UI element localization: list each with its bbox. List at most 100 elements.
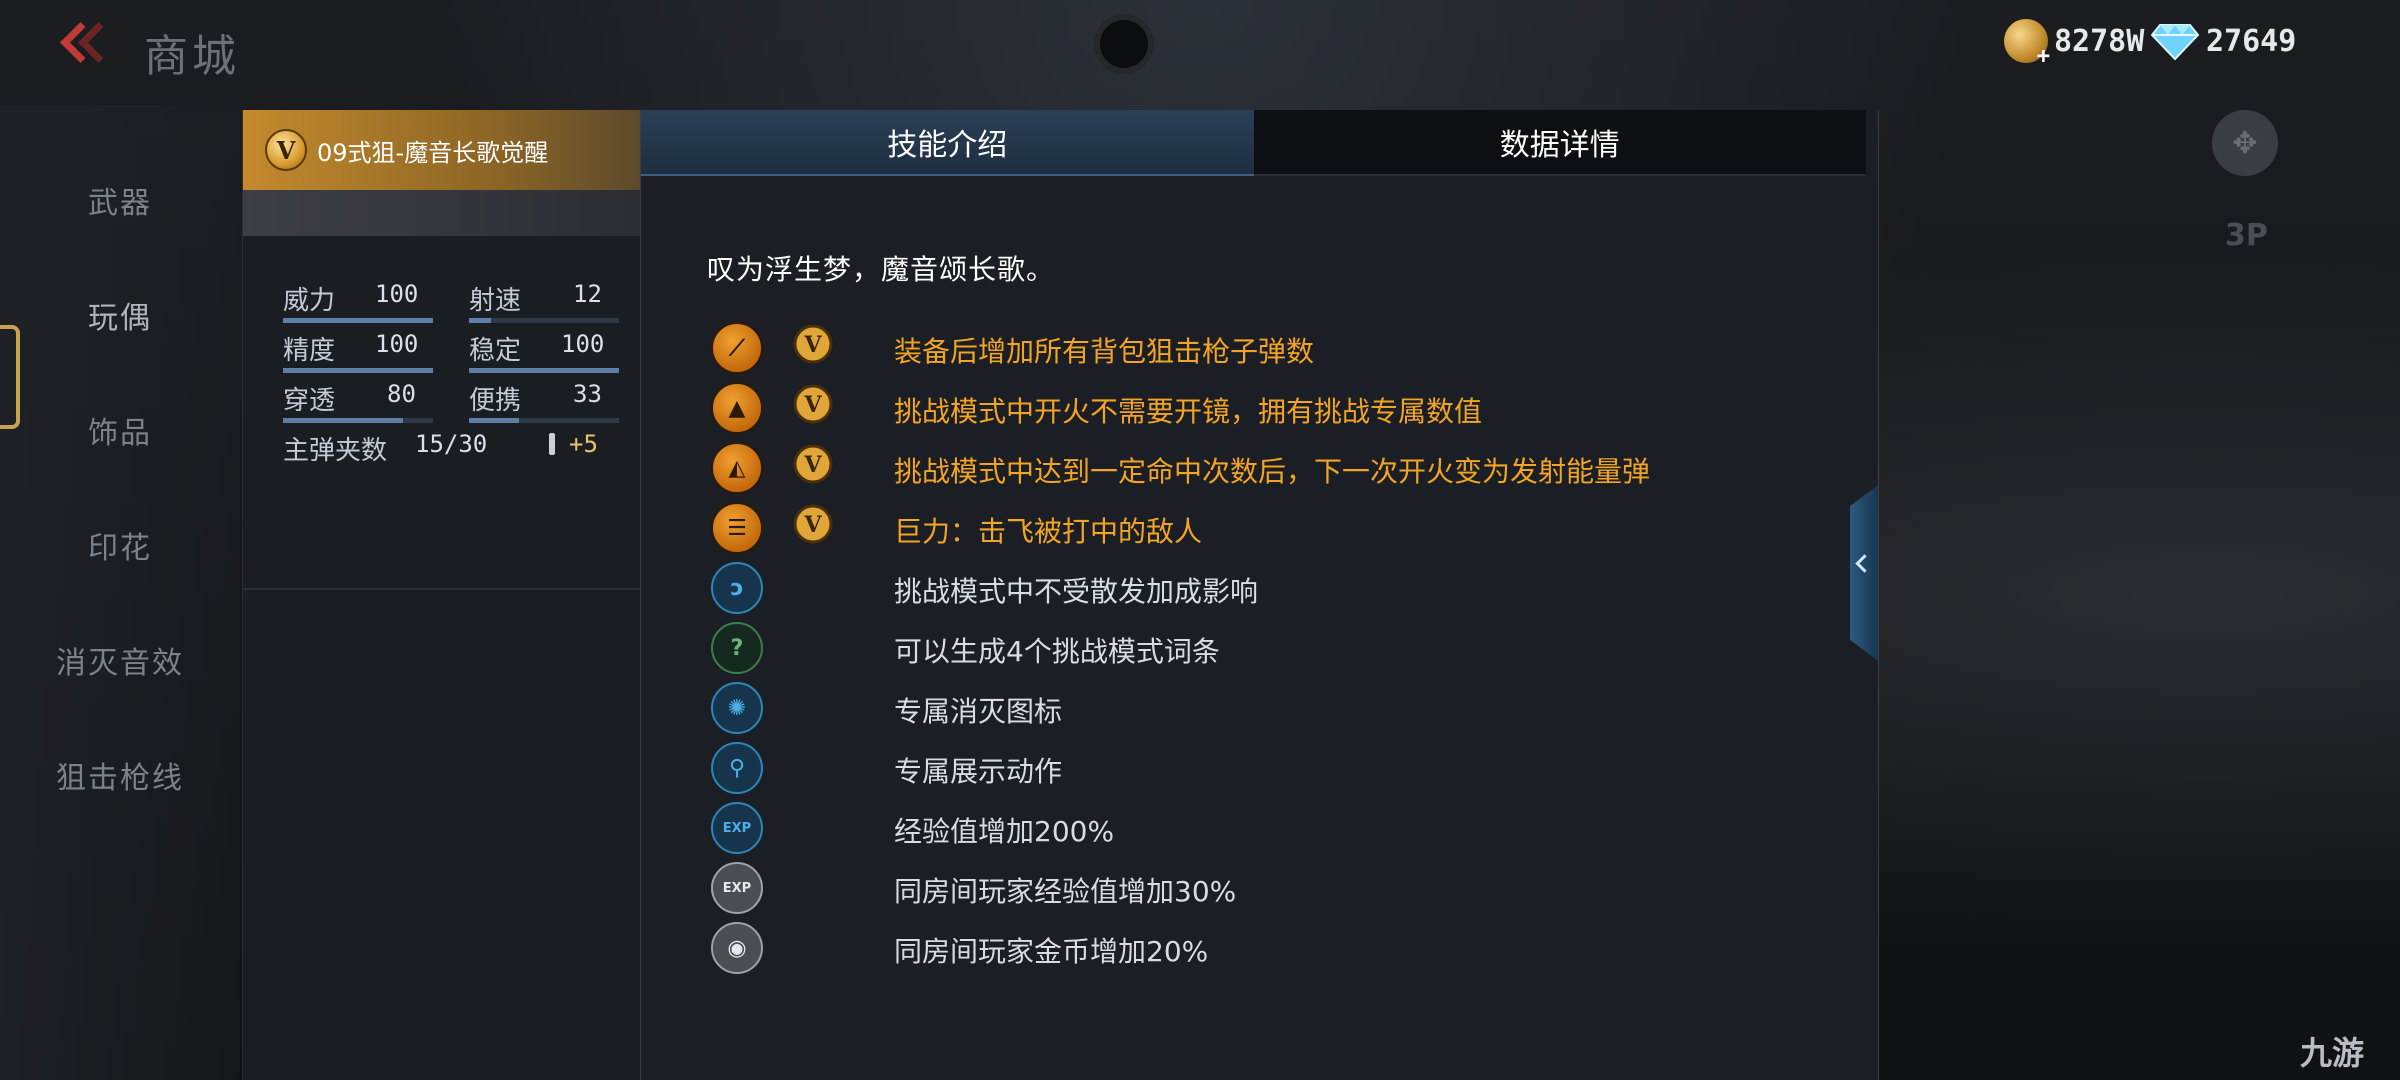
nav-item-dolls[interactable]: 玩偶 xyxy=(0,260,240,370)
stat-value: 12 xyxy=(573,280,602,308)
weapon-header: V 09式狙-魔音长歌觉醒 xyxy=(243,110,640,190)
weapon-info-panel: V 09式狙-魔音长歌觉醒 威力 100 射速 12 精度 100 稳定 100… xyxy=(242,110,640,1080)
gem-currency[interactable]: 27649 xyxy=(2150,16,2296,66)
stat-value: 15/30 xyxy=(415,430,488,458)
back-button[interactable] xyxy=(56,21,120,72)
skill-text: 专属消灭图标 xyxy=(894,695,1063,728)
camera-view-button[interactable]: ✥ xyxy=(2212,110,2278,176)
stat-value: 100 xyxy=(375,330,419,358)
stat-portability-bar xyxy=(469,418,519,423)
nav-item-sniper-line[interactable]: 狙击枪线 xyxy=(0,720,240,830)
nav-item-label: 印花 xyxy=(88,531,152,566)
skill-text: 同房间玩家经验值增加30% xyxy=(894,875,1237,908)
stat-label: 穿透 xyxy=(283,386,336,416)
stat-label: 射速 xyxy=(469,286,522,316)
skill-row: EXP 经验值增加200% xyxy=(711,802,1811,858)
category-sidebar: 武器 玩偶 饰品 印花 消灭音效 狙击枪线 xyxy=(0,105,240,1080)
gold-currency[interactable]: 8278W xyxy=(2004,16,2145,69)
spread-icon: ↄ xyxy=(711,562,763,614)
stat-penetration-bar xyxy=(283,418,403,423)
nav-item-label: 玩偶 xyxy=(88,301,152,336)
stat-power: 威力 100 xyxy=(283,280,418,317)
skill-intro-text: 叹为浮生梦，魔音颂长歌。 xyxy=(707,253,1056,286)
diamond-icon xyxy=(2150,24,2200,61)
stat-label: 威力 xyxy=(283,286,336,316)
skill-text: 同房间玩家金币增加20% xyxy=(894,935,1209,968)
tab-data-details[interactable]: 数据详情 xyxy=(1253,110,1866,176)
stat-rate-bar xyxy=(469,318,491,323)
stat-label: 便携 xyxy=(469,386,522,416)
stat-portability: 便携 33 xyxy=(469,380,602,417)
skill-row: ☰ V 巨力：击飞被打中的敌人 xyxy=(711,502,1811,558)
stat-label: 主弹夹数 xyxy=(283,436,388,466)
pose-icon: ⚲ xyxy=(711,742,763,794)
skill-text: 专属展示动作 xyxy=(894,755,1063,788)
page-title: 商城 xyxy=(144,31,240,82)
stat-accuracy: 精度 100 xyxy=(283,330,418,367)
nav-item-kill-sound[interactable]: 消灭音效 xyxy=(0,605,240,715)
v-rank-badge-icon: V xyxy=(793,504,833,544)
nav-item-label: 消灭音效 xyxy=(56,646,184,681)
energy-shot-icon: ◭ xyxy=(711,442,763,494)
camera-cutout xyxy=(1100,20,1148,68)
nav-item-accessories[interactable]: 饰品 xyxy=(0,375,240,485)
skill-text: 巨力：击飞被打中的敌人 xyxy=(894,515,1203,548)
skill-text: 挑战模式中不受散发加成影响 xyxy=(894,575,1259,608)
stat-stability-bar xyxy=(469,368,619,373)
skill-row: ◉ 同房间玩家金币增加20% xyxy=(711,922,1811,978)
view-mode-label[interactable]: 3P xyxy=(2225,218,2268,253)
stat-accuracy-bar xyxy=(283,368,433,373)
skill-text: 装备后增加所有背包狙击枪子弹数 xyxy=(894,335,1315,368)
gem-amount: 27649 xyxy=(2206,23,2297,59)
skill-text: 挑战模式中开火不需要开镜，拥有挑战专属数值 xyxy=(894,395,1483,428)
skill-row: ✺ 专属消灭图标 xyxy=(711,682,1811,738)
nav-item-stamps[interactable]: 印花 xyxy=(0,490,240,600)
svg-text:V: V xyxy=(803,392,822,418)
svg-text:V: V xyxy=(803,512,822,538)
skill-row: ▲ V 挑战模式中开火不需要开镜，拥有挑战专属数值 xyxy=(711,382,1811,438)
stat-rate: 射速 12 xyxy=(469,280,602,317)
stat-stability: 稳定 100 xyxy=(469,330,604,367)
v-rank-badge-icon: V xyxy=(793,384,833,424)
challenge-scope-icon: ▲ xyxy=(711,382,763,434)
watermark: 九游 xyxy=(2300,1034,2365,1072)
nav-item-label: 狙击枪线 xyxy=(56,761,184,796)
affix-icon: ? xyxy=(711,622,763,674)
kill-icon: ✺ xyxy=(711,682,763,734)
skill-row: ⚲ 专属展示动作 xyxy=(711,742,1811,798)
bullet-icon xyxy=(549,433,555,455)
skill-panel: 技能介绍 数据详情 叹为浮生梦，魔音颂长歌。 ⟋ V 装备后增加所有背包狙击枪子… xyxy=(640,110,1879,1080)
v-rank-badge-icon: V xyxy=(793,324,833,364)
tab-label: 技能介绍 xyxy=(887,128,1008,163)
stat-value: 33 xyxy=(573,380,602,408)
nav-item-weapons[interactable]: 武器 xyxy=(0,145,240,255)
weapon-name: 09式狙-魔音长歌觉醒 xyxy=(317,138,549,167)
nav-item-label: 武器 xyxy=(88,186,152,221)
stat-label: 精度 xyxy=(283,336,336,366)
svg-text:V: V xyxy=(803,332,822,358)
skill-text: 挑战模式中达到一定命中次数后，下一次开火变为发射能量弹 xyxy=(894,455,1651,488)
tab-skills[interactable]: 技能介绍 xyxy=(641,110,1254,176)
stat-value: 100 xyxy=(375,280,419,308)
stat-bar-track xyxy=(469,318,619,323)
knockback-icon: ☰ xyxy=(711,502,763,554)
gold-amount: 8278W xyxy=(2054,23,2145,59)
skill-row: ↄ 挑战模式中不受散发加成影响 xyxy=(711,562,1811,618)
room-exp-icon: EXP xyxy=(711,862,763,914)
v-rank-badge-icon: V xyxy=(793,444,833,484)
skill-text: 可以生成4个挑战模式词条 xyxy=(894,635,1220,668)
skill-row: ⟋ V 装备后增加所有背包狙击枪子弹数 xyxy=(711,322,1811,378)
svg-text:V: V xyxy=(803,452,822,478)
skill-row: ? 可以生成4个挑战模式词条 xyxy=(711,622,1811,678)
stat-label: 稳定 xyxy=(469,336,522,366)
skill-row: EXP 同房间玩家经验值增加30% xyxy=(711,862,1811,918)
tab-bar: 技能介绍 数据详情 xyxy=(641,110,1866,176)
room-gold-icon: ◉ xyxy=(711,922,763,974)
tab-label: 数据详情 xyxy=(1499,128,1620,163)
ammo-bonus: +5 xyxy=(549,430,598,460)
stat-power-bar xyxy=(283,318,433,323)
stat-value: 80 xyxy=(387,380,416,408)
rifle-icon: ⟋ xyxy=(711,322,763,374)
expand-panel-tab[interactable] xyxy=(1850,485,1878,661)
skill-text: 经验值增加200% xyxy=(894,815,1115,848)
